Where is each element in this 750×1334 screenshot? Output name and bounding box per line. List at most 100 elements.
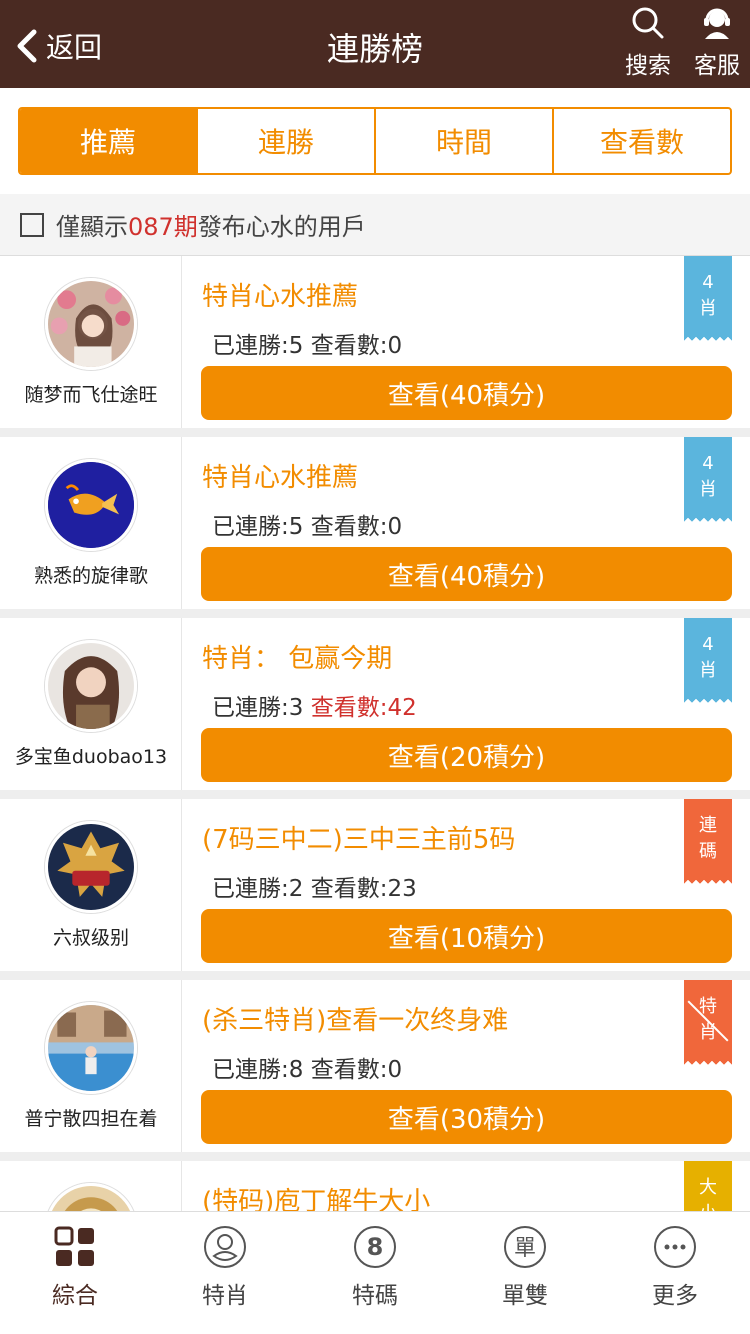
username: 普宁散四担在着 bbox=[24, 1108, 158, 1130]
username: 多宝鱼duobao13 bbox=[14, 746, 168, 768]
nav-glyph: 8 bbox=[367, 1233, 384, 1261]
tag-line-2: 碼 bbox=[699, 841, 717, 862]
category-tag: 4肖 bbox=[684, 618, 732, 704]
post-title[interactable]: (7码三中二)三中三主前5码 bbox=[202, 819, 515, 856]
sort-tab-bar: 推薦 連勝 時間 查看數 bbox=[0, 88, 750, 194]
tab-time[interactable]: 時間 bbox=[374, 109, 552, 173]
view-button[interactable]: 查看(30積分) bbox=[201, 1090, 732, 1144]
grid-icon bbox=[54, 1226, 94, 1266]
nav-label: 綜合 bbox=[52, 1283, 98, 1309]
search-icon bbox=[632, 7, 664, 39]
customer-service-button[interactable]: 客服 bbox=[682, 6, 750, 80]
list-item: 六叔级别 (7码三中二)三中三主前5码 已連勝:2 查看數:23 查看(10積分… bbox=[0, 799, 750, 971]
avatar bbox=[45, 459, 137, 551]
avatar bbox=[45, 1002, 137, 1094]
view-count: 查看數:23 bbox=[310, 876, 417, 902]
nav-label: 特碼 bbox=[352, 1283, 398, 1309]
nav-glyph: 單 bbox=[514, 1236, 536, 1261]
tab-streak[interactable]: 連勝 bbox=[196, 109, 374, 173]
filter-prefix: 僅顯示 bbox=[56, 213, 128, 241]
post-stats: 已連勝:2 查看數:23 bbox=[212, 869, 417, 903]
nav-more[interactable]: 更多 bbox=[600, 1212, 750, 1334]
headset-icon bbox=[704, 8, 730, 39]
post-title[interactable]: 特肖： 包赢今期 bbox=[202, 638, 392, 675]
avatar bbox=[45, 278, 137, 370]
view-button[interactable]: 查看(40積分) bbox=[201, 366, 732, 420]
post-title[interactable]: 特肖心水推薦 bbox=[202, 276, 358, 313]
search-button[interactable]: 搜索 bbox=[613, 6, 683, 80]
tag-line-1: 4 bbox=[702, 634, 714, 655]
filter-suffix: 發布心水的用戶 bbox=[197, 213, 366, 241]
odd-even-icon: 單 bbox=[504, 1226, 546, 1268]
nav-label: 更多 bbox=[652, 1283, 698, 1309]
category-tag: 4肖 bbox=[684, 437, 732, 523]
list-item: 熟悉的旋律歌 特肖心水推薦 已連勝:5 查看數:0 查看(40積分) 4肖 bbox=[0, 437, 750, 609]
streak-count: 已連勝:5 bbox=[212, 333, 304, 359]
tag-line-1: 4 bbox=[702, 453, 714, 474]
search-label: 搜索 bbox=[625, 53, 671, 79]
user-info[interactable]: 熟悉的旋律歌 bbox=[0, 437, 182, 609]
tag-line-2: 肖 bbox=[699, 1022, 717, 1043]
streak-list: 随梦而飞仕途旺 特肖心水推薦 已連勝:5 查看數:0 查看(40積分) 4肖 熟… bbox=[0, 256, 750, 1211]
service-label: 客服 bbox=[694, 53, 740, 79]
list-item: 随梦而飞仕途旺 特肖心水推薦 已連勝:5 查看數:0 查看(40積分) 4 肖 bbox=[0, 256, 750, 428]
post-stats: 已連勝:8 查看數:0 bbox=[212, 1050, 402, 1084]
post-stats: 已連勝:3 查看數:42 bbox=[212, 688, 417, 722]
view-count: 查看數:42 bbox=[310, 695, 417, 721]
view-count: 查看數:0 bbox=[310, 514, 403, 540]
zodiac-icon bbox=[204, 1226, 246, 1268]
username: 熟悉的旋律歌 bbox=[33, 565, 148, 587]
category-tag: 大小 bbox=[684, 1161, 732, 1211]
username: 随梦而飞仕途旺 bbox=[24, 384, 158, 406]
view-count: 查看數:0 bbox=[310, 333, 403, 359]
tag-line-2: 肖 bbox=[699, 298, 717, 319]
nav-zodiac[interactable]: 特肖 bbox=[150, 1212, 300, 1334]
list-item: 普宁散四担在着 (杀三特肖)查看一次终身难 已連勝:8 查看數:0 查看(30積… bbox=[0, 980, 750, 1152]
number-eight-icon: 8 bbox=[354, 1226, 396, 1268]
streak-count: 已連勝:8 bbox=[212, 1057, 304, 1083]
post-title[interactable]: (杀三特肖)查看一次终身难 bbox=[202, 1000, 508, 1037]
streak-count: 已連勝:5 bbox=[212, 514, 304, 540]
avatar bbox=[45, 821, 137, 913]
tag-line-1: 特 bbox=[699, 996, 717, 1017]
tag-line-2: 肖 bbox=[699, 479, 717, 500]
view-button[interactable]: 查看(40積分) bbox=[201, 547, 732, 601]
user-info[interactable]: 六叔级别 bbox=[0, 799, 182, 971]
list-item: 多宝鱼duobao13 特肖： 包赢今期 已連勝:3 查看數:42 查看(20積… bbox=[0, 618, 750, 790]
post-title[interactable]: (特码)庖丁解牛大小 bbox=[202, 1181, 430, 1211]
tag-line-1: 大 bbox=[699, 1177, 717, 1198]
tag-line-1: 連 bbox=[699, 815, 717, 836]
view-count: 查看數:0 bbox=[310, 1057, 403, 1083]
streak-count: 已連勝:3 bbox=[212, 695, 304, 721]
tab-views[interactable]: 查看數 bbox=[552, 109, 730, 173]
avatar bbox=[45, 1183, 137, 1211]
post-stats: 已連勝:5 查看數:0 bbox=[212, 326, 402, 360]
tag-line-2: 肖 bbox=[699, 660, 717, 681]
user-info[interactable] bbox=[0, 1161, 182, 1211]
user-info[interactable]: 普宁散四担在着 bbox=[0, 980, 182, 1152]
sort-tabs: 推薦 連勝 時間 查看數 bbox=[18, 107, 732, 175]
avatar bbox=[45, 640, 137, 732]
streak-count: 已連勝:2 bbox=[212, 876, 304, 902]
period-filter[interactable]: 僅顯示 087期 發布心水的用戶 bbox=[0, 194, 750, 256]
period-filter-checkbox[interactable] bbox=[20, 212, 44, 237]
user-info[interactable]: 多宝鱼duobao13 bbox=[0, 618, 182, 790]
user-info[interactable]: 随梦而飞仕途旺 bbox=[0, 256, 182, 428]
category-tag: 連碼 bbox=[684, 799, 732, 885]
username: 六叔级别 bbox=[52, 927, 129, 949]
nav-label: 特肖 bbox=[202, 1283, 248, 1309]
tag-line-1: 4 bbox=[702, 272, 714, 293]
tag-line-2: 小 bbox=[684, 1201, 732, 1211]
view-button[interactable]: 查看(10積分) bbox=[201, 909, 732, 963]
post-title[interactable]: 特肖心水推薦 bbox=[202, 457, 358, 494]
bottom-nav: 綜合 特肖 8 特碼 單 單雙 更多 bbox=[0, 1211, 750, 1334]
nav-odd-even[interactable]: 單 單雙 bbox=[450, 1212, 600, 1334]
more-icon bbox=[654, 1226, 696, 1268]
tab-recommend[interactable]: 推薦 bbox=[20, 109, 196, 173]
category-tag: 特肖 bbox=[684, 980, 732, 1066]
nav-overview[interactable]: 綜合 bbox=[0, 1212, 150, 1334]
view-button[interactable]: 查看(20積分) bbox=[201, 728, 732, 782]
nav-label: 單雙 bbox=[502, 1283, 548, 1309]
nav-special-number[interactable]: 8 特碼 bbox=[300, 1212, 450, 1334]
filter-period: 087期 bbox=[128, 213, 198, 241]
